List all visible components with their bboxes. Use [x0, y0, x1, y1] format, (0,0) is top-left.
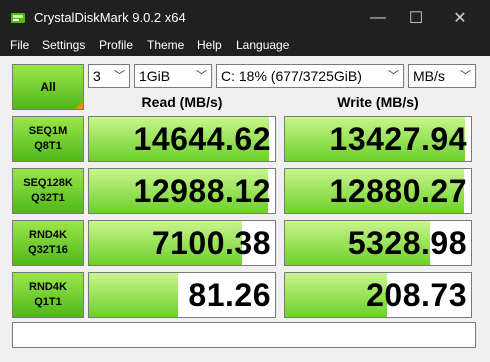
test-size-select[interactable]: 1GiB ﹀ — [134, 64, 212, 88]
menu-profile[interactable]: Profile — [99, 38, 133, 52]
title-bar: CrystalDiskMark 9.0.2 x64 — ☐ ✕ — [0, 0, 490, 36]
maximize-button[interactable]: ☐ — [400, 6, 432, 30]
seq1m-q8t1-button[interactable]: SEQ1M Q8T1 — [12, 116, 84, 162]
chevron-down-icon: ﹀ — [460, 70, 471, 82]
write-result: 13427.94 — [284, 116, 472, 162]
test-name: RND4K — [29, 229, 67, 241]
chevron-down-icon: ﹀ — [388, 70, 399, 82]
progress-bar — [89, 273, 179, 317]
rnd4k-q1t1-button[interactable]: RND4K Q1T1 — [12, 272, 84, 318]
read-result: 14644.62 — [88, 116, 276, 162]
read-value: 12988.12 — [133, 173, 271, 209]
read-header: Read (MB/s) — [141, 94, 223, 110]
menu-help[interactable]: Help — [197, 38, 222, 52]
minimize-button[interactable]: — — [362, 6, 394, 30]
window-title: CrystalDiskMark 9.0.2 x64 — [34, 10, 186, 25]
test-size-value: 1GiB — [139, 68, 171, 84]
close-button[interactable]: ✕ — [444, 6, 476, 30]
unit-value: MB/s — [413, 68, 445, 84]
chevron-down-icon: ﹀ — [196, 70, 207, 82]
write-result: 208.73 — [284, 272, 472, 318]
read-value: 14644.62 — [133, 121, 271, 157]
test-params: Q32T1 — [31, 192, 65, 204]
all-button-label: All — [40, 80, 56, 94]
seq128k-q32t1-button[interactable]: SEQ128K Q32T1 — [12, 168, 84, 214]
test-params: Q8T1 — [34, 140, 62, 152]
menu-language[interactable]: Language — [236, 38, 289, 52]
chevron-down-icon: ﹀ — [114, 70, 125, 82]
write-value: 5328.98 — [347, 225, 467, 261]
test-count-value: 3 — [93, 68, 101, 84]
menu-theme[interactable]: Theme — [147, 38, 184, 52]
read-result: 7100.38 — [88, 220, 276, 266]
read-value: 81.26 — [188, 277, 271, 313]
read-result: 12988.12 — [88, 168, 276, 214]
rnd4k-q32t16-button[interactable]: RND4K Q32T16 — [12, 220, 84, 266]
test-params: Q1T1 — [34, 296, 62, 308]
test-name: SEQ1M — [28, 125, 68, 137]
write-value: 13427.94 — [329, 121, 467, 157]
menu-settings[interactable]: Settings — [42, 38, 85, 52]
write-value: 208.73 — [366, 277, 467, 313]
menu-bar: File Settings Profile Theme Help Languag… — [0, 36, 490, 56]
drive-select[interactable]: C: 18% (677/3725GiB) ﹀ — [216, 64, 404, 88]
write-result: 5328.98 — [284, 220, 472, 266]
test-params: Q32T16 — [28, 244, 68, 256]
read-value: 7100.38 — [151, 225, 271, 261]
comment-field[interactable] — [12, 322, 476, 348]
unit-select[interactable]: MB/s ﹀ — [408, 64, 476, 88]
all-button[interactable]: All — [12, 64, 84, 110]
read-result: 81.26 — [88, 272, 276, 318]
drive-value: C: 18% (677/3725GiB) — [221, 68, 362, 84]
write-result: 12880.27 — [284, 168, 472, 214]
test-name: SEQ128K — [23, 177, 73, 189]
corner-marker — [75, 101, 83, 109]
menu-file[interactable]: File — [10, 38, 29, 52]
write-value: 12880.27 — [329, 173, 467, 209]
test-count-select[interactable]: 3 ﹀ — [88, 64, 130, 88]
write-header: Write (MB/s) — [337, 94, 419, 110]
app-icon — [10, 10, 26, 26]
test-name: RND4K — [29, 281, 67, 293]
